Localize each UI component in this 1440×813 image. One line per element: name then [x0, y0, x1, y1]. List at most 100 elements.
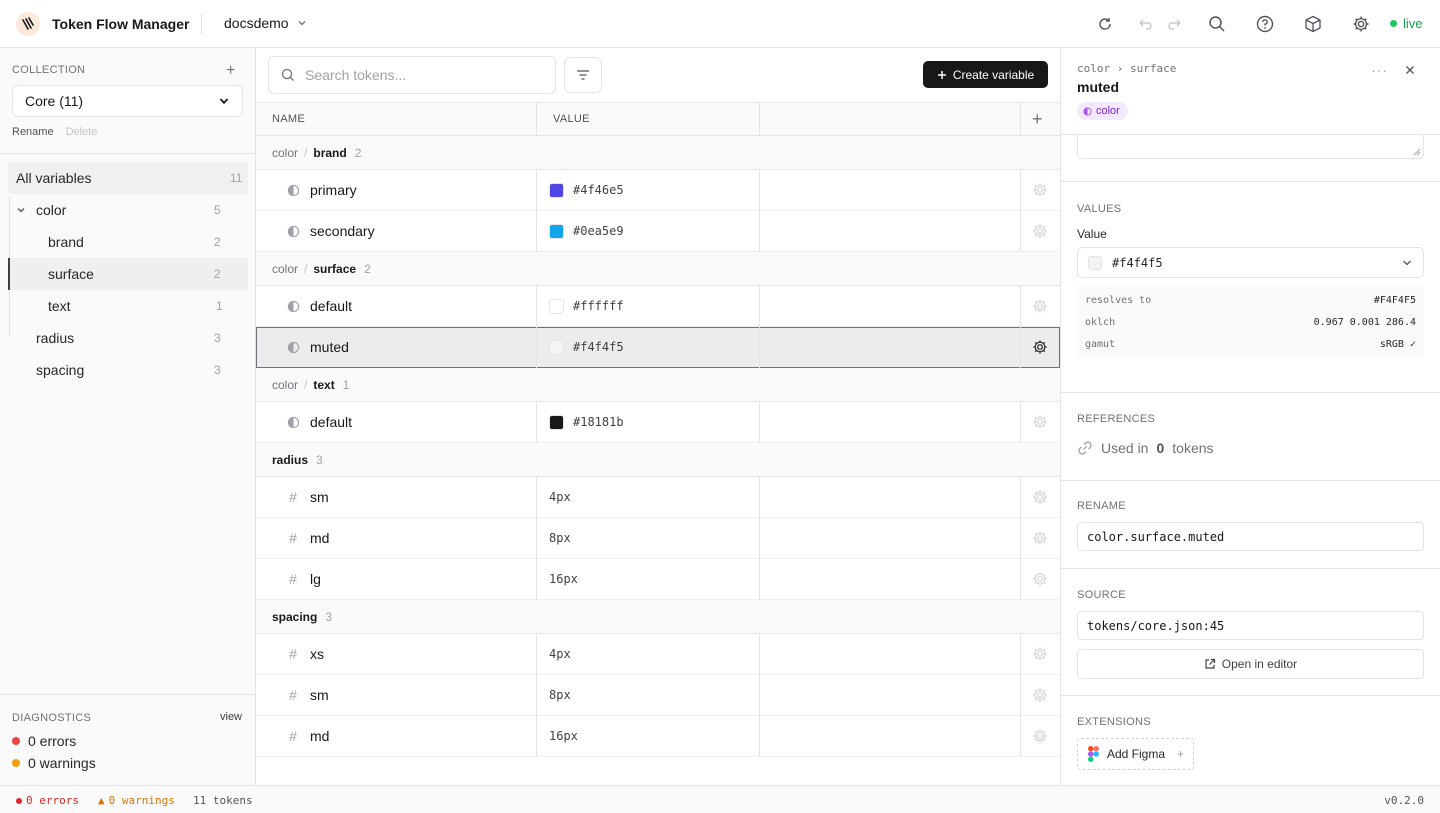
search-icon[interactable] — [1207, 14, 1227, 34]
description-textarea[interactable] — [1077, 134, 1424, 159]
project-switcher[interactable]: docsdemo — [224, 15, 307, 31]
row-settings-gear-icon[interactable] — [1032, 298, 1048, 314]
sidebar-item-count: 5 — [214, 203, 221, 217]
sidebar-item-spacing[interactable]: spacing 3 — [36, 354, 248, 386]
table-row[interactable]: # lg 16px — [256, 559, 1060, 600]
group-row-surface[interactable]: color / surface 2 — [256, 252, 1060, 286]
status-warnings[interactable]: ▲ 0 warnings — [98, 794, 175, 807]
token-value[interactable]: #4f46e5 — [573, 183, 624, 197]
oklch-key: oklch — [1085, 317, 1116, 328]
table-row[interactable]: secondary #0ea5e9 — [256, 211, 1060, 252]
open-in-editor-button[interactable]: Open in editor — [1077, 649, 1424, 679]
color-swatch[interactable] — [549, 415, 564, 430]
diagnostics-errors: 0 errors — [12, 733, 76, 749]
rename-collection-button[interactable]: Rename — [12, 126, 54, 138]
breadcrumb-parent[interactable]: color — [1077, 62, 1110, 75]
chevron-down-icon[interactable] — [16, 205, 26, 215]
value-select[interactable]: #f4f4f5 — [1077, 247, 1424, 278]
token-value[interactable]: 4px — [549, 647, 571, 661]
dimension-type-icon: # — [289, 530, 297, 546]
row-settings-gear-icon[interactable] — [1032, 223, 1048, 239]
token-value[interactable]: 16px — [549, 729, 578, 743]
status-errors[interactable]: 0 errors — [16, 794, 79, 807]
cell-divider — [536, 716, 537, 757]
error-dot-icon — [16, 797, 22, 804]
cube-icon[interactable] — [1303, 14, 1323, 34]
row-settings-gear-icon[interactable] — [1032, 489, 1048, 505]
group-row-radius[interactable]: radius 3 — [256, 443, 1060, 477]
token-value[interactable]: 8px — [549, 688, 571, 702]
resize-handle-icon[interactable] — [1413, 148, 1421, 156]
rename-input[interactable]: color.surface.muted — [1077, 522, 1424, 551]
search-input[interactable]: Search tokens... — [268, 56, 556, 94]
row-settings-gear-icon[interactable] — [1032, 687, 1048, 703]
dimension-type-icon: # — [289, 646, 297, 662]
group-count: 2 — [364, 261, 371, 276]
filter-button[interactable] — [564, 57, 602, 93]
group-parent: color — [272, 377, 299, 392]
sidebar-item-all-variables[interactable]: All variables 11 — [8, 162, 248, 194]
sidebar-item-color[interactable]: color 5 — [16, 194, 248, 226]
refresh-icon[interactable] — [1095, 14, 1115, 34]
sidebar-item-surface[interactable]: surface 2 — [10, 258, 248, 290]
table-row[interactable]: # md 16px — [256, 716, 1060, 757]
color-swatch[interactable] — [549, 183, 564, 198]
group-name: surface — [313, 261, 357, 276]
token-value[interactable]: #18181b — [573, 415, 624, 429]
token-name: xs — [310, 646, 324, 662]
external-link-icon — [1205, 658, 1215, 669]
help-icon[interactable] — [1255, 14, 1275, 34]
group-row-spacing[interactable]: spacing 3 — [256, 600, 1060, 634]
more-options-icon[interactable]: ··· — [1371, 62, 1388, 78]
sidebar-item-count: 2 — [214, 267, 221, 281]
table-row[interactable]: muted #f4f4f5 — [256, 327, 1060, 368]
sidebar-item-radius[interactable]: radius 3 — [36, 322, 248, 354]
add-figma-button[interactable]: Add Figma + — [1077, 738, 1194, 770]
plus-icon — [937, 70, 946, 79]
row-settings-gear-icon[interactable] — [1032, 530, 1048, 546]
token-value[interactable]: 8px — [549, 531, 571, 545]
group-row-text[interactable]: color / text 1 — [256, 368, 1060, 402]
undo-icon[interactable] — [1136, 14, 1156, 34]
color-swatch[interactable] — [549, 299, 564, 314]
token-value[interactable]: #ffffff — [573, 299, 624, 313]
sidebar-item-brand[interactable]: brand 2 — [48, 226, 248, 258]
table-row[interactable]: # xs 4px — [256, 634, 1060, 675]
group-row-brand[interactable]: color / brand 2 — [256, 136, 1060, 170]
token-value[interactable]: 16px — [549, 572, 578, 586]
token-value[interactable]: 4px — [549, 490, 571, 504]
cell-divider — [759, 634, 760, 675]
sidebar-item-text[interactable]: text 1 — [48, 290, 248, 322]
color-swatch[interactable] — [549, 340, 564, 355]
color-type-icon — [286, 299, 300, 313]
table-row[interactable]: primary #4f46e5 — [256, 170, 1060, 211]
table-row[interactable]: default #18181b — [256, 402, 1060, 443]
diagnostics-view-link[interactable]: view — [220, 711, 242, 723]
row-settings-gear-icon[interactable] — [1032, 182, 1048, 198]
row-settings-gear-icon[interactable] — [1032, 571, 1048, 587]
rename-label: RENAME — [1077, 500, 1126, 512]
close-icon[interactable] — [1405, 65, 1415, 75]
redo-icon[interactable] — [1164, 14, 1184, 34]
token-value[interactable]: #f4f4f5 — [573, 340, 624, 354]
settings-gear-icon[interactable] — [1351, 14, 1371, 34]
add-column-button[interactable]: + — [1032, 109, 1043, 130]
dimension-type-icon: # — [289, 489, 297, 505]
color-type-icon — [1083, 106, 1092, 116]
table-row[interactable]: default #ffffff — [256, 286, 1060, 327]
add-collection-button[interactable]: + — [226, 62, 235, 80]
table-row[interactable]: # md 8px — [256, 518, 1060, 559]
collection-select[interactable]: Core (11) — [12, 85, 243, 117]
table-row[interactable]: # sm 8px — [256, 675, 1060, 716]
row-settings-gear-icon[interactable] — [1032, 646, 1048, 662]
row-settings-gear-icon[interactable] — [1032, 728, 1048, 744]
create-variable-button[interactable]: Create variable — [923, 61, 1048, 88]
table-row[interactable]: # sm 4px — [256, 477, 1060, 518]
breadcrumb-child[interactable]: surface — [1130, 62, 1176, 75]
color-swatch[interactable] — [549, 224, 564, 239]
token-value[interactable]: #0ea5e9 — [573, 224, 624, 238]
row-settings-gear-icon[interactable] — [1032, 414, 1048, 430]
row-settings-gear-icon[interactable] — [1032, 339, 1048, 355]
delete-collection-button[interactable]: Delete — [66, 126, 98, 138]
source-input[interactable]: tokens/core.json:45 — [1077, 611, 1424, 640]
